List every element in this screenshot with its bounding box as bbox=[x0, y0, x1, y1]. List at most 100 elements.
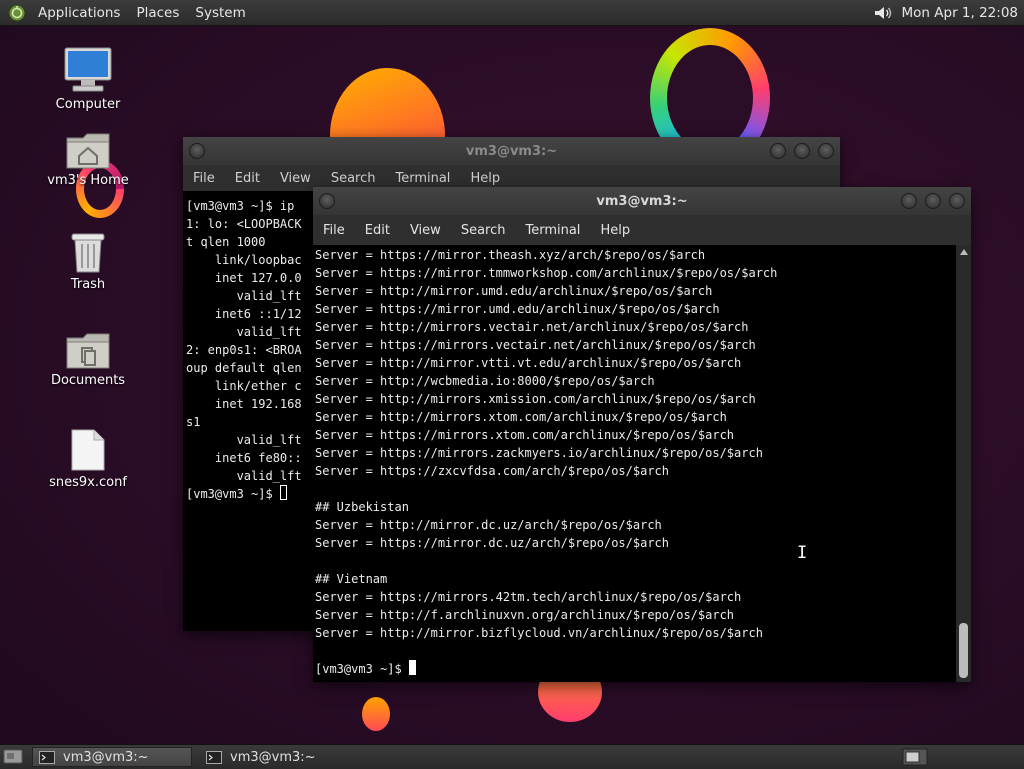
terminal-line: Server = http://f.archlinuxvn.org/archli… bbox=[315, 608, 735, 622]
terminal-line: Server = https://mirror.dc.uz/arch/$repo… bbox=[315, 536, 670, 550]
close-button[interactable] bbox=[818, 143, 834, 159]
text-cursor bbox=[279, 485, 287, 500]
window-menu-button[interactable] bbox=[319, 193, 335, 209]
terminal-icon bbox=[206, 750, 222, 764]
terminal-line: Server = http://mirrors.vectair.net/arch… bbox=[315, 320, 749, 334]
menu-edit[interactable]: Edit bbox=[355, 223, 400, 238]
scrollbar-thumb[interactable] bbox=[959, 623, 968, 678]
maximize-button[interactable] bbox=[794, 143, 810, 159]
terminal-window-front[interactable]: vm3@vm3:~ File Edit View Search Terminal… bbox=[313, 187, 971, 682]
desktop-icon-documents[interactable]: Documents bbox=[38, 330, 138, 388]
terminal-line: Server = http://wcbmedia.io:8000/$repo/o… bbox=[315, 374, 655, 388]
menu-search[interactable]: Search bbox=[321, 171, 386, 186]
terminal-line: Server = https://mirror.tmmworkshop.com/… bbox=[315, 266, 778, 280]
desktop-icon-computer[interactable]: Computer bbox=[38, 46, 138, 112]
text-cursor bbox=[408, 660, 416, 675]
distro-logo-icon[interactable] bbox=[8, 4, 26, 22]
terminal-line: Server = http://mirror.dc.uz/arch/$repo/… bbox=[315, 518, 662, 532]
terminal-line: inet6 ::1/12 bbox=[186, 307, 302, 321]
terminal-line: s1 bbox=[186, 415, 201, 429]
scroll-up-arrow-icon[interactable] bbox=[959, 249, 968, 255]
menu-system[interactable]: System bbox=[187, 5, 253, 21]
terminal-line: Server = https://mirror.theash.xyz/arch/… bbox=[315, 248, 706, 262]
menu-help[interactable]: Help bbox=[590, 223, 640, 238]
terminal-prompt-line: [vm3@vm3 ~]$ bbox=[315, 660, 956, 678]
terminal-output[interactable]: Server = https://mirror.theash.xyz/arch/… bbox=[313, 245, 956, 682]
taskbar-item[interactable]: vm3@vm3:~ bbox=[32, 747, 192, 767]
window-menu-button[interactable] bbox=[189, 143, 205, 159]
taskbar-item[interactable]: vm3@vm3:~ bbox=[200, 747, 360, 767]
top-panel: Applications Places System Mon Apr 1, 22… bbox=[0, 0, 1024, 26]
desktop-icon-label: snes9x.conf bbox=[49, 475, 127, 490]
terminal-line: link/ether c bbox=[186, 379, 302, 393]
terminal-icon bbox=[39, 750, 55, 764]
window-title: vm3@vm3:~ bbox=[465, 143, 558, 159]
menu-file[interactable]: File bbox=[183, 171, 225, 186]
terminal-line: valid_lft bbox=[186, 289, 302, 303]
desktop-icon-label: Documents bbox=[50, 373, 126, 388]
window-titlebar[interactable]: vm3@vm3:~ bbox=[183, 137, 840, 165]
text-file-icon bbox=[71, 429, 105, 471]
menubar: File Edit View Search Terminal Help bbox=[313, 215, 971, 245]
menu-places[interactable]: Places bbox=[128, 5, 187, 21]
show-desktop-icon[interactable] bbox=[2, 747, 24, 767]
window-title: vm3@vm3:~ bbox=[596, 193, 688, 209]
desktop-icon-label: vm3's Home bbox=[47, 173, 129, 188]
menu-edit[interactable]: Edit bbox=[225, 171, 270, 186]
clock[interactable]: Mon Apr 1, 22:08 bbox=[902, 5, 1024, 21]
volume-icon[interactable] bbox=[872, 4, 894, 22]
mouse-ibeam-cursor-icon: I bbox=[797, 543, 808, 563]
terminal-line: link/loopbac bbox=[186, 253, 302, 267]
terminal-line: Server = https://mirrors.vectair.net/arc… bbox=[315, 338, 756, 352]
terminal-line: valid_lft bbox=[186, 469, 302, 483]
prompt: [vm3@vm3 ~]$ bbox=[315, 662, 409, 676]
maximize-button[interactable] bbox=[925, 193, 941, 209]
vertical-scrollbar[interactable] bbox=[956, 245, 971, 682]
terminal-line: oup default qlen bbox=[186, 361, 302, 375]
minimize-button[interactable] bbox=[901, 193, 917, 209]
desktop-icon-label: Computer bbox=[55, 97, 121, 112]
terminal-line: inet 127.0.0 bbox=[186, 271, 302, 285]
minimize-button[interactable] bbox=[770, 143, 786, 159]
terminal-prompt-line: [vm3@vm3 ~]$ bbox=[186, 485, 313, 503]
terminal-output[interactable]: [vm3@vm3 ~]$ ip 1: lo: <LOOPBACK t qlen 10… bbox=[183, 191, 313, 631]
terminal-line: Server = http://mirror.umd.edu/archlinux… bbox=[315, 284, 713, 298]
terminal-line: Server = http://mirrors.xmission.com/arc… bbox=[315, 392, 756, 406]
terminal-line: ## Uzbekistan bbox=[315, 500, 409, 514]
menu-search[interactable]: Search bbox=[451, 223, 516, 238]
terminal-line: ## Vietnam bbox=[315, 572, 388, 586]
window-titlebar[interactable]: vm3@vm3:~ bbox=[313, 187, 971, 215]
menu-file[interactable]: File bbox=[313, 223, 355, 238]
terminal-line: valid_lft bbox=[186, 433, 302, 447]
menu-view[interactable]: View bbox=[270, 171, 321, 186]
terminal-line: Server = https://mirror.umd.edu/archlinu… bbox=[315, 302, 720, 316]
wallpaper-small-orb bbox=[362, 697, 390, 731]
terminal-line: Server = http://mirrors.xtom.com/archlin… bbox=[315, 410, 727, 424]
menu-terminal[interactable]: Terminal bbox=[515, 223, 590, 238]
documents-folder-icon bbox=[66, 333, 110, 369]
terminal-line: Server = https://mirrors.zackmyers.io/ar… bbox=[315, 446, 763, 460]
menu-help[interactable]: Help bbox=[460, 171, 510, 186]
terminal-line: 2: enp0s1: <BROA bbox=[186, 343, 302, 357]
menu-view[interactable]: View bbox=[400, 223, 451, 238]
terminal-line: inet 192.168 bbox=[186, 397, 302, 411]
workspace-switcher-icon[interactable] bbox=[902, 748, 928, 766]
menu-terminal[interactable]: Terminal bbox=[385, 171, 460, 186]
home-folder-icon bbox=[66, 133, 110, 169]
terminal-line: Server = http://mirror.bizflycloud.vn/ar… bbox=[315, 626, 763, 640]
terminal-line: t qlen 1000 bbox=[186, 235, 266, 249]
menu-applications[interactable]: Applications bbox=[30, 5, 128, 21]
desktop-icon-trash[interactable]: Trash bbox=[38, 228, 138, 292]
terminal-line: inet6 fe80:: bbox=[186, 451, 302, 465]
close-button[interactable] bbox=[949, 193, 965, 209]
taskbar-item-label: vm3@vm3:~ bbox=[230, 749, 316, 765]
desktop-icon-snes9x-conf[interactable]: snes9x.conf bbox=[38, 428, 138, 490]
terminal-line: Server = http://mirror.vtti.vt.edu/archl… bbox=[315, 356, 742, 370]
computer-icon bbox=[64, 47, 112, 92]
desktop-icon-label: Trash bbox=[70, 277, 106, 292]
terminal-line: Server = https://mirrors.42tm.tech/archl… bbox=[315, 590, 742, 604]
desktop-icon-home[interactable]: vm3's Home bbox=[38, 130, 138, 188]
